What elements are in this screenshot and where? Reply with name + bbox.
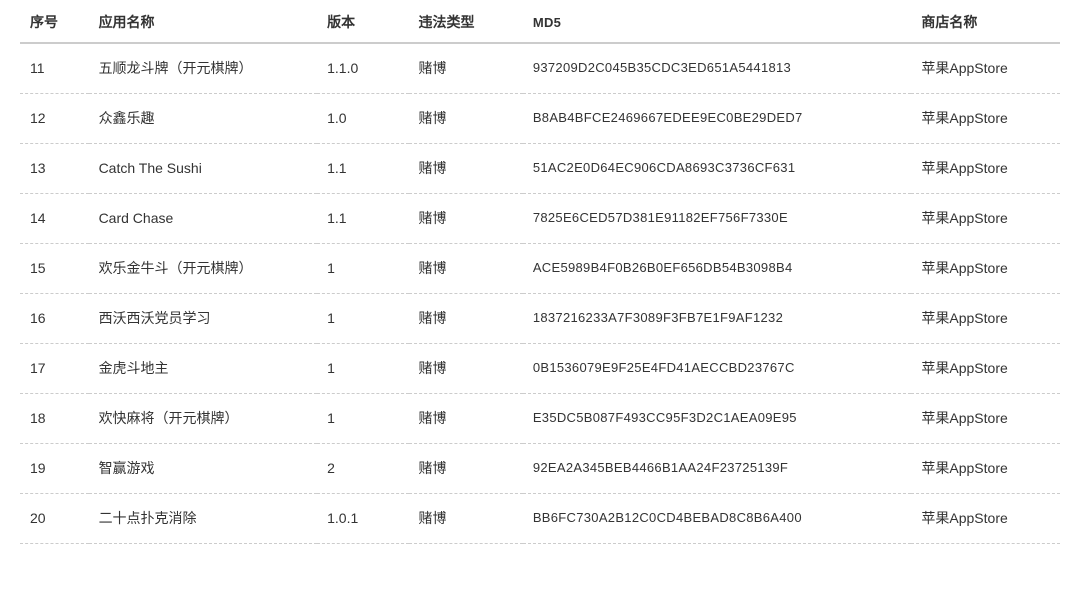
cell-name: 众鑫乐趣 [89,94,318,144]
table-row: 11五顺龙斗牌（开元棋牌）1.1.0赌博937209D2C045B35CDC3E… [20,43,1060,94]
cell-version: 2 [317,444,408,494]
cell-version: 1.1.0 [317,43,408,94]
cell-violation: 赌博 [409,94,523,144]
cell-violation: 赌博 [409,344,523,394]
cell-version: 1 [317,344,408,394]
table-row: 15欢乐金牛斗（开元棋牌）1赌博ACE5989B4F0B26B0EF656DB5… [20,244,1060,294]
cell-md5: BB6FC730A2B12C0CD4BEBAD8C8B6A400 [523,494,912,544]
cell-name: 西沃西沃党员学习 [89,294,318,344]
table-row: 19智赢游戏2赌博92EA2A345BEB4466B1AA24F23725139… [20,444,1060,494]
cell-md5: B8AB4BFCE2469667EDEE9EC0BE29DED7 [523,94,912,144]
cell-index: 15 [20,244,89,294]
cell-index: 19 [20,444,89,494]
cell-md5: 7825E6CED57D381E91182EF756F7330E [523,194,912,244]
cell-name: Catch The Sushi [89,144,318,194]
cell-name: Card Chase [89,194,318,244]
cell-name: 二十点扑克消除 [89,494,318,544]
table-row: 13Catch The Sushi1.1赌博51AC2E0D64EC906CDA… [20,144,1060,194]
cell-version: 1 [317,394,408,444]
table-row: 16西沃西沃党员学习1赌博1837216233A7F3089F3FB7E1F9A… [20,294,1060,344]
cell-store: 苹果AppStore [911,494,1060,544]
cell-name: 欢快麻将（开元棋牌） [89,394,318,444]
cell-index: 13 [20,144,89,194]
header-version: 版本 [317,0,408,43]
cell-name: 金虎斗地主 [89,344,318,394]
table-container: 序号 应用名称 版本 违法类型 MD5 商店名称 11五顺龙斗牌（开元棋牌）1.… [0,0,1080,544]
cell-md5: 1837216233A7F3089F3FB7E1F9AF1232 [523,294,912,344]
cell-store: 苹果AppStore [911,294,1060,344]
cell-version: 1.1 [317,144,408,194]
cell-store: 苹果AppStore [911,444,1060,494]
cell-violation: 赌博 [409,194,523,244]
violations-table: 序号 应用名称 版本 违法类型 MD5 商店名称 11五顺龙斗牌（开元棋牌）1.… [20,0,1060,544]
table-row: 17金虎斗地主1赌博0B1536079E9F25E4FD41AECCBD2376… [20,344,1060,394]
header-md5: MD5 [523,0,912,43]
header-name: 应用名称 [89,0,318,43]
cell-store: 苹果AppStore [911,344,1060,394]
cell-store: 苹果AppStore [911,194,1060,244]
cell-violation: 赌博 [409,43,523,94]
cell-violation: 赌博 [409,244,523,294]
cell-name: 智赢游戏 [89,444,318,494]
cell-index: 11 [20,43,89,94]
cell-md5: ACE5989B4F0B26B0EF656DB54B3098B4 [523,244,912,294]
cell-store: 苹果AppStore [911,43,1060,94]
cell-violation: 赌博 [409,394,523,444]
table-row: 14Card Chase1.1赌博7825E6CED57D381E91182EF… [20,194,1060,244]
table-row: 12众鑫乐趣1.0赌博B8AB4BFCE2469667EDEE9EC0BE29D… [20,94,1060,144]
cell-index: 12 [20,94,89,144]
cell-violation: 赌博 [409,494,523,544]
header-violation: 违法类型 [409,0,523,43]
cell-version: 1 [317,294,408,344]
cell-md5: 0B1536079E9F25E4FD41AECCBD23767C [523,344,912,394]
cell-version: 1 [317,244,408,294]
header-index: 序号 [20,0,89,43]
cell-index: 17 [20,344,89,394]
cell-md5: 51AC2E0D64EC906CDA8693C3736CF631 [523,144,912,194]
cell-index: 16 [20,294,89,344]
header-store: 商店名称 [911,0,1060,43]
cell-violation: 赌博 [409,144,523,194]
cell-md5: 92EA2A345BEB4466B1AA24F23725139F [523,444,912,494]
cell-violation: 赌博 [409,294,523,344]
cell-index: 20 [20,494,89,544]
table-header-row: 序号 应用名称 版本 违法类型 MD5 商店名称 [20,0,1060,43]
table-row: 20二十点扑克消除1.0.1赌博BB6FC730A2B12C0CD4BEBAD8… [20,494,1060,544]
cell-index: 18 [20,394,89,444]
cell-version: 1.0.1 [317,494,408,544]
cell-md5: E35DC5B087F493CC95F3D2C1AEA09E95 [523,394,912,444]
cell-index: 14 [20,194,89,244]
table-row: 18欢快麻将（开元棋牌）1赌博E35DC5B087F493CC95F3D2C1A… [20,394,1060,444]
cell-store: 苹果AppStore [911,244,1060,294]
cell-name: 欢乐金牛斗（开元棋牌） [89,244,318,294]
cell-store: 苹果AppStore [911,394,1060,444]
cell-store: 苹果AppStore [911,144,1060,194]
cell-version: 1.1 [317,194,408,244]
cell-md5: 937209D2C045B35CDC3ED651A5441813 [523,43,912,94]
cell-violation: 赌博 [409,444,523,494]
cell-name: 五顺龙斗牌（开元棋牌） [89,43,318,94]
cell-store: 苹果AppStore [911,94,1060,144]
cell-version: 1.0 [317,94,408,144]
